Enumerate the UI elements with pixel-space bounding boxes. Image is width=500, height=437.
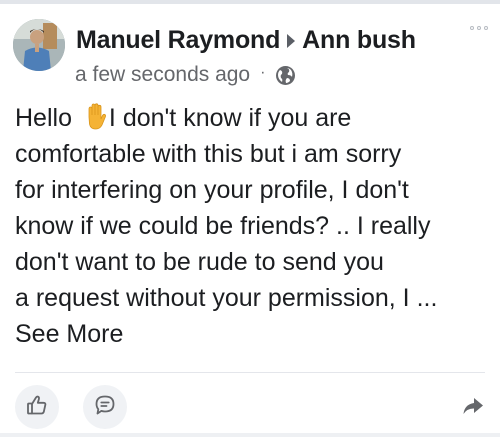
actions-divider [15, 372, 485, 373]
share-arrow-icon[interactable] [461, 394, 485, 418]
post-body: Hello I don't know if you are comfortabl… [15, 100, 490, 316]
target-name[interactable]: Ann bush [302, 26, 416, 55]
thumbs-up-icon [26, 394, 48, 421]
post-text-start: Hello [15, 104, 79, 132]
author-name[interactable]: Manuel Raymond [76, 26, 280, 55]
post-text-rest: I don't know if you are comfortable with… [15, 104, 438, 312]
post-header: Manuel Raymond Ann bush [76, 23, 416, 57]
author-avatar[interactable] [13, 19, 65, 71]
post-timestamp[interactable]: a few seconds ago [75, 63, 250, 87]
more-options-icon[interactable] [470, 26, 488, 30]
like-button[interactable] [15, 385, 59, 429]
see-more-link[interactable]: See More [15, 316, 123, 352]
globe-icon[interactable] [275, 65, 296, 86]
meta-separator: · [260, 64, 266, 81]
comment-icon [94, 394, 116, 421]
raised-hand-icon [83, 103, 107, 130]
comment-button[interactable] [83, 385, 127, 429]
post-meta: a few seconds ago · [75, 61, 296, 89]
post-card: Manuel Raymond Ann bush a few seconds ag… [0, 4, 500, 433]
arrow-right-icon [287, 34, 296, 48]
